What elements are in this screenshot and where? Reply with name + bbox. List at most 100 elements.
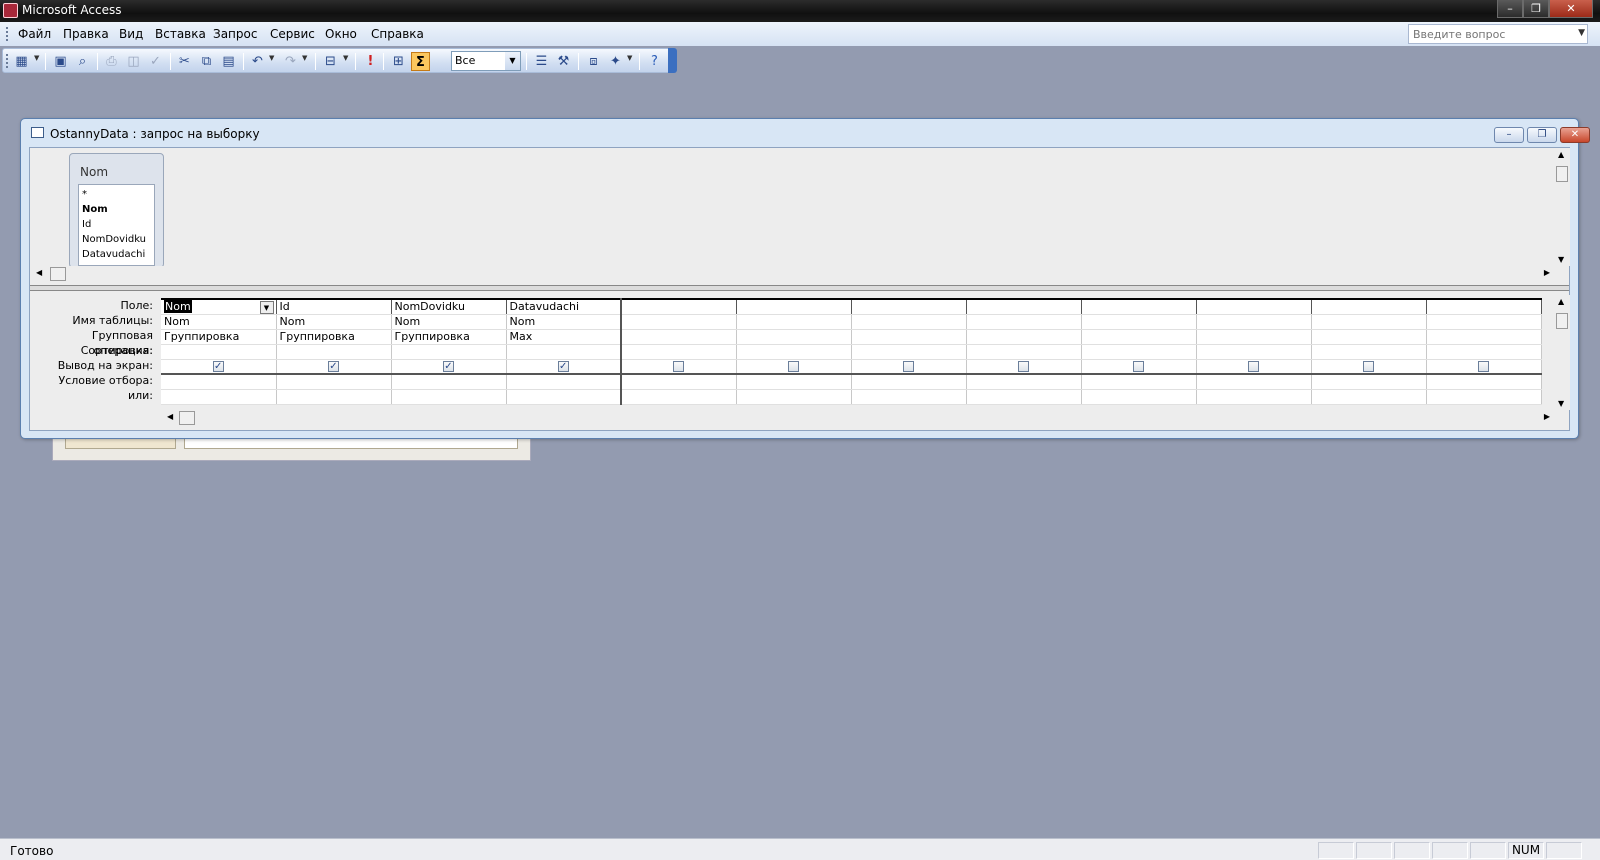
grid-sort-cell[interactable]: [1196, 344, 1312, 360]
grid-criteria-cell[interactable]: [391, 374, 507, 390]
grid-field-cell[interactable]: Datavudachi: [506, 298, 622, 315]
field-list-title[interactable]: Nom: [80, 165, 108, 179]
checkbox-icon[interactable]: [1248, 360, 1259, 372]
grid-field-cell[interactable]: [1196, 298, 1312, 315]
chevron-down-icon[interactable]: ▼: [627, 54, 632, 62]
grid-criteria-cell[interactable]: [736, 374, 852, 390]
checkbox-icon[interactable]: [1363, 360, 1374, 372]
field-list-item[interactable]: NomDovidku: [82, 232, 151, 247]
grid-show-cell[interactable]: [1426, 359, 1542, 375]
grid-total-cell[interactable]: [851, 329, 967, 345]
grid-table-cell[interactable]: [966, 314, 1082, 330]
grid-criteria-cell[interactable]: [1426, 374, 1542, 390]
field-list-item[interactable]: Datavudachi: [82, 247, 151, 262]
grid-total-cell[interactable]: [1426, 329, 1542, 345]
menu-file[interactable]: Файл: [18, 27, 51, 41]
table-pane-horizontal-scrollbar[interactable]: ◀ ▶: [30, 266, 1554, 282]
undo-icon[interactable]: ↶: [248, 52, 267, 71]
scroll-thumb[interactable]: [1556, 166, 1568, 182]
menu-insert[interactable]: Вставка: [155, 27, 206, 41]
chevron-down-icon[interactable]: ▼: [302, 54, 307, 62]
field-list-box[interactable]: * Nom Id NomDovidku Datavudachi: [78, 184, 155, 266]
print-preview-icon[interactable]: ◫: [124, 52, 143, 71]
grid-total-cell[interactable]: [1081, 329, 1197, 345]
grid-field-cell[interactable]: NomDovidku: [391, 298, 507, 315]
grid-criteria-cell[interactable]: [1311, 374, 1427, 390]
scroll-up-icon[interactable]: ▲: [1558, 150, 1564, 159]
grid-or-cell[interactable]: [1196, 389, 1312, 405]
grid-or-cell[interactable]: [966, 389, 1082, 405]
grid-total-cell[interactable]: [1196, 329, 1312, 345]
ask-question-box[interactable]: ▼: [1408, 24, 1588, 44]
menu-query[interactable]: Запрос: [213, 27, 257, 41]
grid-criteria-cell[interactable]: [966, 374, 1082, 390]
grid-total-cell[interactable]: Max: [506, 329, 622, 345]
grid-sort-cell[interactable]: [966, 344, 1082, 360]
chevron-down-icon[interactable]: ▼: [259, 301, 274, 313]
save-icon[interactable]: ▣: [51, 52, 70, 71]
scroll-right-icon[interactable]: ▶: [1544, 412, 1550, 421]
grid-sort-cell[interactable]: [506, 344, 622, 360]
grid-field-cell[interactable]: [851, 298, 967, 315]
grid-criteria-cell[interactable]: [1196, 374, 1312, 390]
copy-icon[interactable]: ⧉: [197, 52, 216, 71]
grid-show-cell[interactable]: [851, 359, 967, 375]
toolbar-options-chevron-icon[interactable]: [668, 48, 677, 73]
help-icon[interactable]: ?: [645, 52, 664, 71]
show-table-icon[interactable]: ⊞: [389, 52, 408, 71]
grid-field-cell[interactable]: [621, 298, 737, 315]
grid-table-cell[interactable]: [1196, 314, 1312, 330]
grid-table-cell[interactable]: [1311, 314, 1427, 330]
grid-field-cell[interactable]: [966, 298, 1082, 315]
grid-sort-cell[interactable]: [391, 344, 507, 360]
grid-criteria-cell[interactable]: [276, 374, 392, 390]
grid-sort-cell[interactable]: [161, 344, 277, 360]
grid-total-cell[interactable]: Группировка: [276, 329, 392, 345]
grid-table-cell[interactable]: [621, 314, 737, 330]
grid-or-cell[interactable]: [391, 389, 507, 405]
view-icon[interactable]: ▦: [12, 52, 31, 71]
checkbox-checked-icon[interactable]: ✓: [212, 360, 224, 372]
grid-field-cell[interactable]: [1426, 298, 1542, 315]
grid-or-cell[interactable]: [621, 389, 737, 405]
run-icon[interactable]: !: [361, 52, 380, 71]
grid-sort-cell[interactable]: [276, 344, 392, 360]
scroll-left-icon[interactable]: ◀: [36, 268, 42, 277]
grid-criteria-cell[interactable]: [506, 374, 622, 390]
grid-vertical-scrollbar[interactable]: ▲ ▼: [1554, 295, 1570, 410]
grid-table-cell[interactable]: Nom: [391, 314, 507, 330]
new-object-icon[interactable]: ✦: [606, 52, 625, 71]
database-window-icon[interactable]: ⧈: [584, 52, 603, 71]
grid-show-cell[interactable]: [1081, 359, 1197, 375]
field-list-nom[interactable]: Nom * Nom Id NomDovidku Datavudachi: [69, 153, 164, 268]
scroll-up-icon[interactable]: ▲: [1558, 297, 1564, 306]
checkbox-checked-icon[interactable]: ✓: [557, 360, 569, 372]
grid-total-cell[interactable]: [736, 329, 852, 345]
grid-table-cell[interactable]: [851, 314, 967, 330]
grid-sort-cell[interactable]: [851, 344, 967, 360]
checkbox-icon[interactable]: [1018, 360, 1029, 372]
scroll-thumb[interactable]: [50, 267, 66, 281]
menu-view[interactable]: Вид: [119, 27, 143, 41]
grid-or-cell[interactable]: [276, 389, 392, 405]
cut-icon[interactable]: ✂: [175, 52, 194, 71]
grid-criteria-cell[interactable]: [161, 374, 277, 390]
grid-or-cell[interactable]: [1311, 389, 1427, 405]
checkbox-icon[interactable]: [1133, 360, 1144, 372]
grid-or-cell[interactable]: [1081, 389, 1197, 405]
print-icon[interactable]: ⎙: [102, 52, 121, 71]
menu-grip-icon[interactable]: [6, 27, 8, 41]
grid-criteria-cell[interactable]: [851, 374, 967, 390]
menu-tools[interactable]: Сервис: [270, 27, 315, 41]
menu-help[interactable]: Справка: [371, 27, 424, 41]
field-list-item[interactable]: *: [82, 187, 151, 202]
query-type-icon[interactable]: ⊟: [321, 52, 340, 71]
grid-table-cell[interactable]: [1426, 314, 1542, 330]
ask-question-input[interactable]: [1409, 25, 1569, 43]
grid-or-cell[interactable]: [736, 389, 852, 405]
grid-show-cell[interactable]: ✓: [276, 359, 392, 375]
checkbox-icon[interactable]: [673, 360, 685, 372]
grid-table-cell[interactable]: Nom: [276, 314, 392, 330]
query-restore-button[interactable]: ❐: [1527, 127, 1557, 143]
grid-show-cell[interactable]: ✓: [391, 359, 507, 375]
